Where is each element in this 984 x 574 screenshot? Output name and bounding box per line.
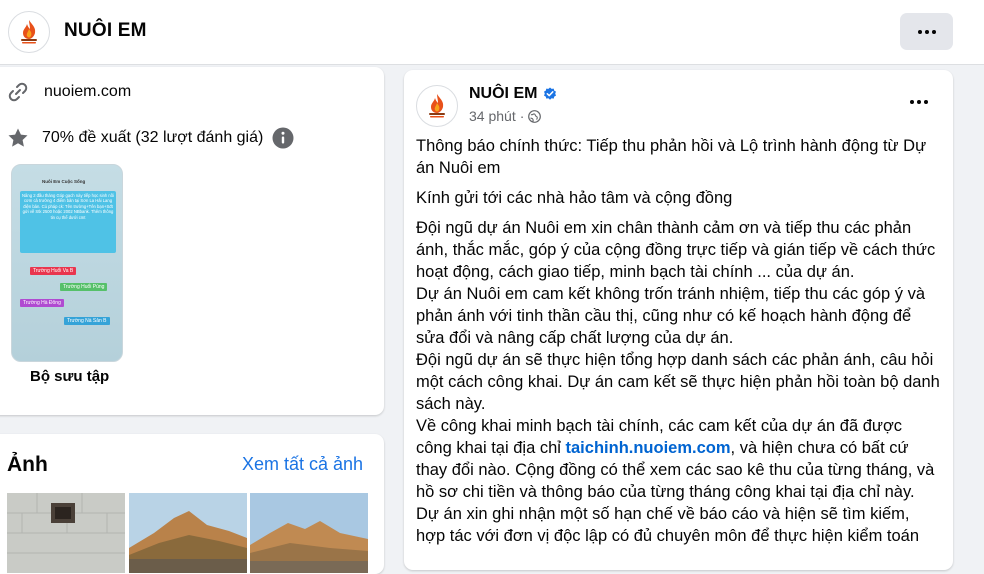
page-avatar[interactable]	[8, 11, 50, 53]
collection-label[interactable]: Bộ sưu tập	[30, 368, 109, 385]
post-more-button[interactable]	[904, 90, 934, 114]
campfire-logo-icon	[429, 94, 445, 118]
website-link[interactable]: nuoiem.com	[44, 83, 131, 101]
post-card: NUÔI EM 34 phút · Thông báo chính thức: …	[404, 70, 953, 570]
post-paragraph: Đội ngũ dự án Nuôi em xin chân thành cảm…	[416, 219, 936, 281]
collection-tag: Trường Nà Sản B	[64, 317, 110, 325]
photos-card: Ảnh Xem tất cả ảnh	[0, 434, 384, 574]
post-body: Thông báo chính thức: Tiếp thu phản hồi …	[416, 135, 942, 547]
collection-tag: Trường Hà Đông	[20, 299, 64, 307]
star-icon	[8, 128, 28, 147]
info-icon[interactable]	[272, 127, 294, 149]
post-author: NUÔI EM	[469, 85, 557, 103]
post-greeting: Kính gửi tới các nhà hảo tâm và cộng đồn…	[416, 189, 733, 207]
rating-row: 70% đề xuất (32 lượt đánh giá)	[6, 126, 294, 150]
collection-tag: Trường Huổi Va B	[30, 267, 77, 275]
intro-card: nuoiem.com 70% đề xuất (32 lượt đánh giá…	[0, 67, 384, 415]
post-author-avatar[interactable]	[416, 85, 458, 127]
website-row[interactable]: nuoiem.com	[6, 80, 131, 104]
collection-thumbnail[interactable]: Nuôi Em Cuộc Sống Nâng 2 đầu tháng Góp g…	[11, 164, 123, 362]
more-dots-icon	[917, 29, 936, 34]
verified-badge-icon	[544, 87, 557, 100]
collection-top-label: Nuôi Em Cuộc Sống	[42, 179, 86, 184]
post-paragraph: Đội ngũ dự án sẽ thực hiện tổng hợp danh…	[416, 351, 940, 413]
post-paragraph: Dự án xin ghi nhận một số hạn chế về báo…	[416, 505, 920, 545]
post-meta: 34 phút ·	[469, 108, 542, 124]
globe-icon	[528, 109, 542, 123]
link-icon	[8, 82, 28, 102]
photo-thumbnail[interactable]	[7, 493, 125, 573]
collection-text: Nâng 2 đầu tháng Góp gạch này tiếp học s…	[20, 191, 116, 253]
photo-thumbnail[interactable]	[250, 493, 368, 573]
meta-separator: ·	[519, 108, 525, 124]
photos-title: Ảnh	[7, 453, 48, 476]
post-title-line: Thông báo chính thức: Tiếp thu phản hồi …	[416, 137, 927, 177]
more-dots-icon	[910, 100, 928, 104]
campfire-logo-icon	[21, 20, 37, 44]
photo-thumbnail[interactable]	[129, 493, 247, 573]
page-title: NUÔI EM	[64, 20, 147, 41]
more-options-button[interactable]	[900, 13, 953, 50]
finance-link[interactable]: taichinh.nuoiem.com	[566, 439, 731, 457]
post-author-name[interactable]: NUÔI EM	[469, 85, 537, 103]
see-all-photos-link[interactable]: Xem tất cả ảnh	[242, 454, 363, 475]
post-paragraph: Về công khai minh bạch tài chính, các ca…	[416, 415, 942, 503]
rating-text: 70% đề xuất (32 lượt đánh giá)	[42, 129, 264, 146]
collection-tag: Trường Huổi Púng	[60, 283, 108, 291]
post-paragraph: Dự án Nuôi em cam kết không trốn tránh n…	[416, 285, 926, 347]
page-header: NUÔI EM	[0, 0, 984, 65]
post-time[interactable]: 34 phút	[469, 108, 516, 124]
